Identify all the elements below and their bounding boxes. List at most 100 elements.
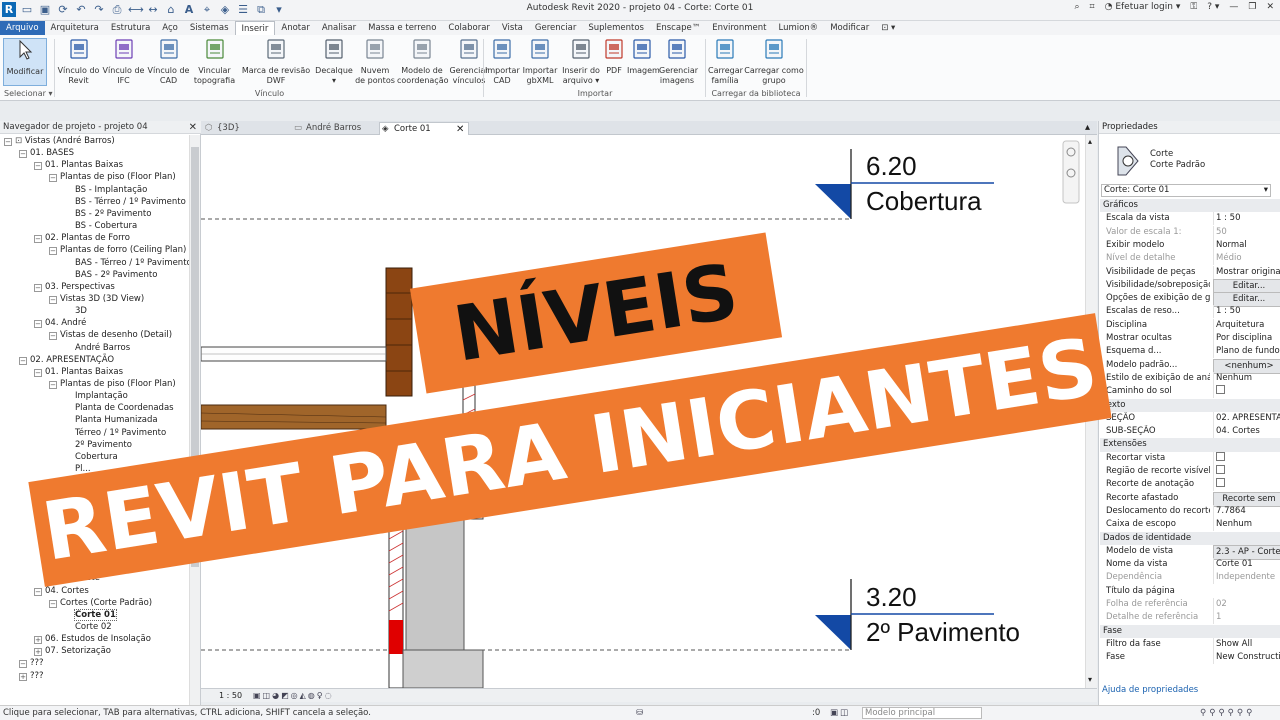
tree-item[interactable]: André Barros — [75, 342, 130, 354]
property-value[interactable]: Nenhum — [1213, 371, 1280, 385]
tree-item[interactable]: −??? — [19, 657, 44, 669]
tree-item[interactable]: 2º Pavimento — [75, 439, 132, 451]
ribbon-tab[interactable]: Aço — [156, 21, 184, 35]
ribbon-button[interactable]: Marca de revisão DWF — [239, 38, 313, 86]
properties-help-link[interactable]: Ajuda de propriedades — [1102, 685, 1198, 695]
search-icon[interactable]: ⌕ — [1074, 2, 1079, 12]
login-label[interactable]: Efetuar login — [1115, 2, 1173, 12]
design-option-select[interactable]: Modelo principal — [862, 707, 982, 719]
ribbon-tab[interactable]: Anotar — [275, 21, 315, 35]
property-checkbox[interactable] — [1213, 478, 1280, 492]
tree-item[interactable]: +??? — [19, 670, 44, 682]
design-options-icons[interactable]: ▣◫ — [830, 706, 850, 720]
ribbon-button[interactable]: Vínculo do Revit — [57, 38, 100, 86]
tree-item[interactable]: − ⊡ Vistas (André Barros) — [4, 135, 115, 147]
tab-andre-barros[interactable]: ▭ André Barros — [292, 122, 378, 135]
tree-item[interactable]: −02. APRESENTAÇÃO — [19, 354, 114, 366]
property-checkbox[interactable] — [1213, 465, 1280, 478]
ribbon-button[interactable]: Vincular topografia — [192, 38, 237, 86]
tree-item[interactable]: −04. André — [34, 317, 86, 329]
tree-item[interactable]: − Vistas de desenho (Detail) — [49, 329, 172, 341]
tree-item[interactable]: Corte 01 — [74, 608, 117, 621]
property-checkbox[interactable] — [1213, 451, 1280, 465]
ribbon-tab[interactable]: Lumion® — [772, 21, 824, 35]
close-icon[interactable]: ✕ — [189, 121, 197, 134]
modify-button[interactable]: Modificar — [3, 38, 47, 86]
tree-item[interactable]: 3D — [75, 305, 87, 317]
view-control-icons[interactable]: ▣◫◕◩◎◭◍♀◌ — [253, 689, 334, 702]
property-category[interactable]: Gráficos — [1100, 199, 1280, 213]
tree-item[interactable]: Implantação — [75, 390, 128, 402]
ribbon-tab[interactable]: Sistemas — [184, 21, 235, 35]
tree-item[interactable]: − Plantas de forro (Ceiling Plan) — [49, 244, 186, 256]
select-group-label[interactable]: Selecionar ▾ — [4, 89, 54, 98]
collapse-icon[interactable]: − — [34, 320, 42, 329]
ribbon-button[interactable]: Modelo de coordenação — [397, 38, 449, 86]
ribbon-tab[interactable]: Suplementos — [582, 21, 650, 35]
navigation-bar[interactable] — [1062, 140, 1080, 204]
collapse-icon[interactable]: − — [49, 599, 57, 608]
property-value[interactable]: Arquitetura — [1213, 318, 1280, 332]
ribbon-tab[interactable]: Arquivo — [0, 21, 45, 35]
view-tabs-menu-icon[interactable]: ▴ — [1085, 122, 1090, 133]
tree-item[interactable]: −01. Plantas Baixas — [34, 366, 123, 378]
ribbon-button[interactable]: Decalque ▾ — [315, 38, 353, 86]
ribbon-tab[interactable]: Colaborar — [442, 21, 496, 35]
ribbon-button[interactable]: Imagem — [627, 38, 660, 76]
property-value[interactable]: Plano de fundo — [1213, 345, 1280, 359]
help-icon[interactable]: ? ▾ — [1207, 2, 1219, 12]
ribbon-tab[interactable]: Analisar — [316, 21, 362, 35]
ribbon-tab[interactable]: Environment — [706, 21, 772, 35]
tab-3d[interactable]: ⬡ {3D} — [203, 122, 291, 135]
tree-item[interactable]: − Plantas de piso (Floor Plan) — [49, 378, 176, 390]
cart-icon[interactable]: ⚿ — [1190, 2, 1197, 12]
ribbon-tab[interactable]: Inserir — [234, 21, 276, 35]
collapse-icon[interactable]: − — [34, 587, 42, 596]
property-value[interactable]: 1 : 50 — [1213, 212, 1280, 226]
ribbon-tab[interactable]: Estrutura — [105, 21, 156, 35]
ribbon-button[interactable]: Importar CAD — [485, 38, 520, 86]
tree-item[interactable]: Corte 02 — [75, 621, 112, 633]
property-value[interactable]: 50 — [1213, 225, 1280, 239]
ribbon-tab[interactable]: Gerenciar — [529, 21, 582, 35]
selection-filter-icons[interactable]: ⚲⚲⚲⚲⚲⚲ — [1200, 706, 1255, 720]
tree-item[interactable]: +06. Estudos de Insolação — [34, 633, 151, 645]
tree-item[interactable]: − Vistas 3D (3D View) — [49, 293, 144, 305]
tree-item[interactable]: BS - Implantação — [75, 184, 147, 196]
tree-item[interactable]: BS - 2º Pavimento — [75, 208, 151, 220]
property-value[interactable]: Corte 01 — [1213, 558, 1280, 572]
collapse-icon[interactable]: − — [4, 138, 12, 146]
project-browser-scrollbar[interactable] — [189, 135, 200, 705]
worksets-icon[interactable]: ⛁ — [636, 706, 643, 720]
property-value[interactable]: 02. APRESENTAÇÃO — [1213, 411, 1280, 425]
expand-icon[interactable]: + — [34, 636, 42, 645]
collapse-icon[interactable]: − — [19, 150, 27, 159]
ribbon-tab[interactable]: Arquitetura — [45, 21, 105, 35]
tab-overflow-icon[interactable]: ⊡ ▾ — [875, 21, 901, 35]
tree-item[interactable]: BAS - 2º Pavimento — [75, 269, 157, 281]
binoculars-icon[interactable]: ⌗ — [1090, 2, 1095, 12]
ribbon-button[interactable]: Carregar como grupo — [744, 38, 804, 86]
property-value[interactable]: 04. Cortes — [1213, 425, 1280, 439]
property-value[interactable]: Normal — [1213, 238, 1280, 252]
close-icon[interactable]: ✕ — [1266, 2, 1274, 12]
tree-item[interactable]: −03. Perspectivas — [34, 281, 115, 293]
maximize-icon[interactable]: ❐ — [1248, 2, 1256, 12]
user-icon[interactable]: ◔ Efetuar login ▾ — [1105, 2, 1181, 12]
property-category[interactable]: Extensões — [1100, 438, 1280, 452]
property-value[interactable]: Por disciplina — [1213, 332, 1280, 345]
collapse-icon[interactable]: − — [49, 174, 57, 183]
property-value[interactable]: Show All — [1213, 637, 1280, 651]
collapse-icon[interactable]: − — [49, 332, 57, 341]
collapse-icon[interactable]: − — [34, 162, 42, 171]
ribbon-button[interactable]: Gerenciar imagens — [659, 38, 698, 86]
property-value[interactable]: 7.7864 — [1213, 504, 1280, 518]
collapse-icon[interactable]: − — [49, 247, 57, 256]
tree-item[interactable]: Planta Humanizada — [75, 414, 158, 426]
collapse-icon[interactable]: − — [49, 381, 57, 389]
property-checkbox[interactable] — [1213, 385, 1280, 399]
type-selector[interactable]: Corte: Corte 01 ▾ — [1101, 184, 1271, 197]
property-value[interactable]: 1 — [1213, 611, 1280, 625]
property-value[interactable]: Mostrar original — [1213, 265, 1280, 279]
ribbon-tab[interactable]: Modificar — [824, 21, 875, 35]
